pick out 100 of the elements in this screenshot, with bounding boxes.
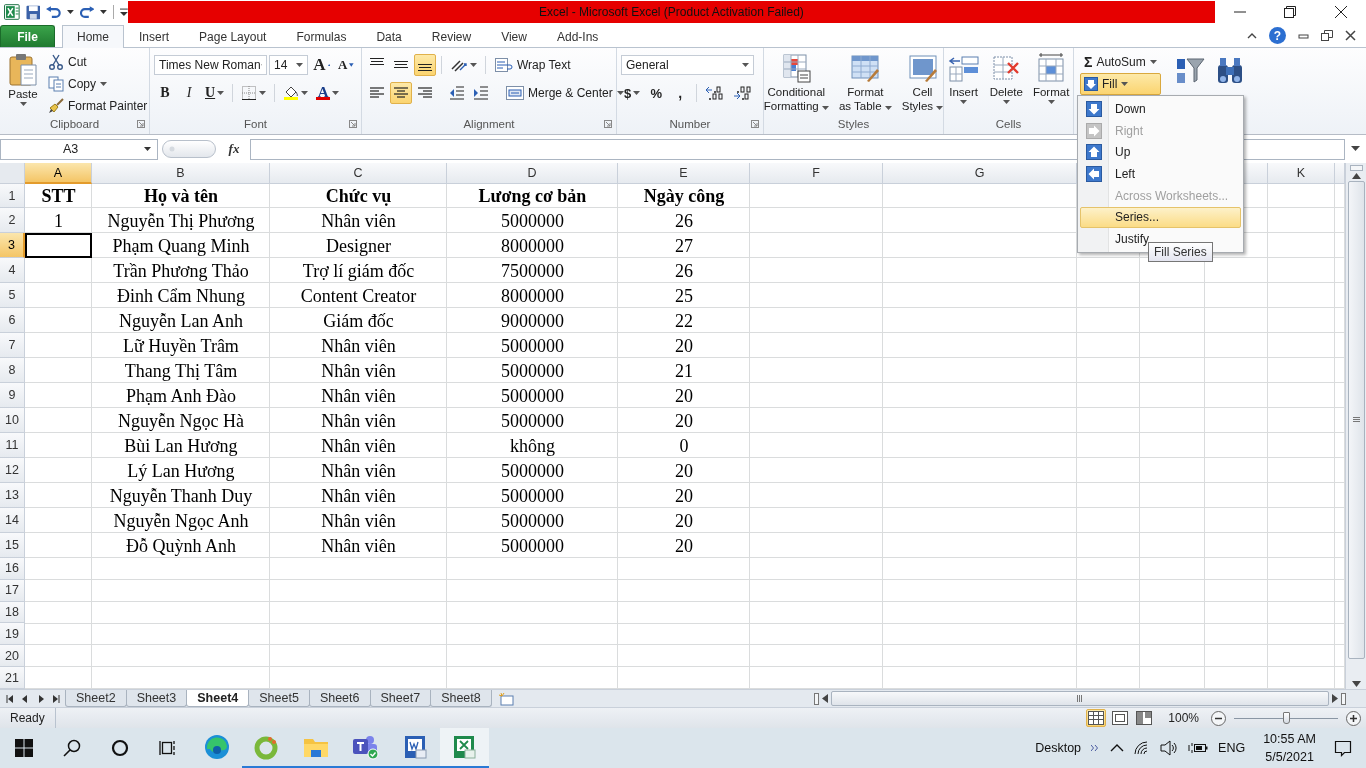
collapse-ribbon-icon[interactable] xyxy=(1247,32,1257,39)
row-header[interactable]: 19 xyxy=(0,623,25,646)
redo-icon[interactable] xyxy=(79,5,95,19)
row-header[interactable]: 9 xyxy=(0,383,25,408)
menu-item[interactable]: Left xyxy=(1080,163,1241,185)
expand-icon[interactable] xyxy=(1351,146,1360,152)
fill-button[interactable]: Fill xyxy=(1080,73,1161,95)
align-center-button[interactable] xyxy=(390,82,412,104)
search-icon[interactable] xyxy=(63,739,81,757)
row-header[interactable]: 13 xyxy=(0,483,25,508)
row-header[interactable]: 5 xyxy=(0,283,25,308)
normal-view-button[interactable] xyxy=(1086,709,1107,727)
row-header[interactable]: 17 xyxy=(0,579,25,602)
font-name-dropdown[interactable]: Times New Roman xyxy=(154,55,267,75)
scroll-down-icon[interactable] xyxy=(1351,681,1361,687)
menu-item[interactable]: Series... xyxy=(1080,206,1241,229)
percent-button[interactable]: % xyxy=(645,82,668,104)
sheet-tab[interactable]: Sheet8 xyxy=(430,690,492,707)
page-layout-view-button[interactable] xyxy=(1110,709,1131,727)
dialog-launcher-icon[interactable] xyxy=(751,120,759,128)
zoom-in-icon[interactable] xyxy=(1346,710,1361,726)
sheet-tab[interactable]: Sheet7 xyxy=(369,690,432,707)
paste-button[interactable]: Paste xyxy=(4,51,42,117)
format-button[interactable]: Format xyxy=(1028,51,1074,117)
font-size-dropdown[interactable]: 14 xyxy=(269,55,309,75)
sheet-tab[interactable]: Sheet3 xyxy=(125,690,188,707)
excel-logo-icon[interactable] xyxy=(4,4,20,20)
name-box[interactable]: A3 xyxy=(0,138,158,160)
battery-icon[interactable] xyxy=(1188,742,1209,754)
column-header[interactable]: C xyxy=(270,163,447,184)
underline-button[interactable]: U xyxy=(202,82,228,104)
column-header[interactable]: G xyxy=(883,163,1077,184)
tray-caret-icon[interactable] xyxy=(1110,744,1125,752)
volume-icon[interactable] xyxy=(1160,740,1179,756)
row-header[interactable]: 3 xyxy=(0,233,25,258)
last-sheet-icon[interactable] xyxy=(52,694,61,703)
style-conditional-button[interactable]: Conditional Formatting xyxy=(759,51,833,117)
scroll-right-icon[interactable] xyxy=(1332,694,1338,703)
copy-button[interactable]: Copy xyxy=(44,73,152,95)
row-header[interactable]: 4 xyxy=(0,258,25,283)
scrollbar-thumb[interactable] xyxy=(1347,181,1365,659)
restore-icon[interactable] xyxy=(1321,30,1333,41)
row-header[interactable]: 6 xyxy=(0,308,25,333)
save-icon[interactable] xyxy=(25,4,41,20)
sheet-tab[interactable]: Sheet6 xyxy=(308,690,371,707)
file-tab[interactable]: File xyxy=(0,25,55,47)
scroll-left-icon[interactable] xyxy=(822,694,828,703)
column-header[interactable]: B xyxy=(92,163,270,184)
cut-button[interactable]: Cut xyxy=(44,51,152,73)
row-header[interactable]: 1 xyxy=(0,184,25,208)
column-header[interactable]: A xyxy=(25,163,92,184)
align-bottom-button[interactable] xyxy=(414,54,436,76)
column-header[interactable]: E xyxy=(618,163,750,184)
sheet-tab[interactable]: Sheet4 xyxy=(186,690,250,707)
menu-item[interactable]: Down xyxy=(1080,98,1241,120)
dialog-launcher-icon[interactable] xyxy=(604,120,612,128)
row-header[interactable]: 2 xyxy=(0,208,25,233)
desktop-toolbar-label[interactable]: Desktop xyxy=(1035,741,1082,755)
scrollbar-thumb[interactable] xyxy=(831,691,1329,706)
italic-button[interactable]: I xyxy=(178,82,200,104)
previous-sheet-icon[interactable] xyxy=(21,694,30,703)
input-language[interactable]: ENG xyxy=(1218,741,1246,755)
zoom-out-icon[interactable] xyxy=(1211,710,1226,726)
split-handle-icon[interactable] xyxy=(1349,165,1363,171)
style-table-button[interactable]: Format as Table xyxy=(834,51,896,117)
zoom-level[interactable]: 100% xyxy=(1158,711,1207,725)
ribbon-tab[interactable]: View xyxy=(486,25,542,47)
row-header[interactable]: 15 xyxy=(0,533,25,558)
currency-button[interactable]: $ xyxy=(621,82,644,104)
shrink-font-button[interactable]: A xyxy=(335,54,357,76)
row-header[interactable]: 12 xyxy=(0,458,25,483)
row-header[interactable]: 18 xyxy=(0,601,25,624)
column-header[interactable]: D xyxy=(447,163,618,184)
format-painter-button[interactable]: Format Painter xyxy=(44,95,152,117)
row-header[interactable]: 20 xyxy=(0,645,25,668)
font-color-button[interactable]: A xyxy=(313,82,343,104)
column-header[interactable]: K xyxy=(1268,163,1335,184)
row-header[interactable]: 21 xyxy=(0,667,25,689)
start-icon[interactable] xyxy=(15,739,33,757)
menu-item[interactable]: Up xyxy=(1080,141,1241,164)
zoom-slider-thumb[interactable] xyxy=(1283,711,1290,724)
ribbon-tab[interactable]: Review xyxy=(416,25,487,47)
ribbon-tab[interactable]: Data xyxy=(361,25,417,47)
ribbon-tab[interactable]: Page Layout xyxy=(184,25,282,47)
row-header[interactable]: 8 xyxy=(0,358,25,383)
active-cell[interactable] xyxy=(25,233,92,258)
row-header[interactable]: 7 xyxy=(0,333,25,358)
circle-icon[interactable] xyxy=(111,739,129,757)
customize-menu-icon[interactable] xyxy=(120,7,128,17)
row-header[interactable]: 16 xyxy=(0,558,25,580)
scroll-up-icon[interactable] xyxy=(1351,173,1361,179)
chevron-icon[interactable] xyxy=(1091,745,1101,751)
close-icon[interactable] xyxy=(1334,6,1347,18)
comma-button[interactable]: , xyxy=(669,82,692,104)
split-handle-icon[interactable] xyxy=(814,692,819,705)
first-sheet-icon[interactable] xyxy=(5,694,14,703)
splitter-handle[interactable] xyxy=(162,140,216,158)
next-sheet-icon[interactable] xyxy=(36,694,45,703)
grow-font-button[interactable]: A xyxy=(310,54,333,76)
number-format-dropdown[interactable]: General xyxy=(621,55,754,75)
